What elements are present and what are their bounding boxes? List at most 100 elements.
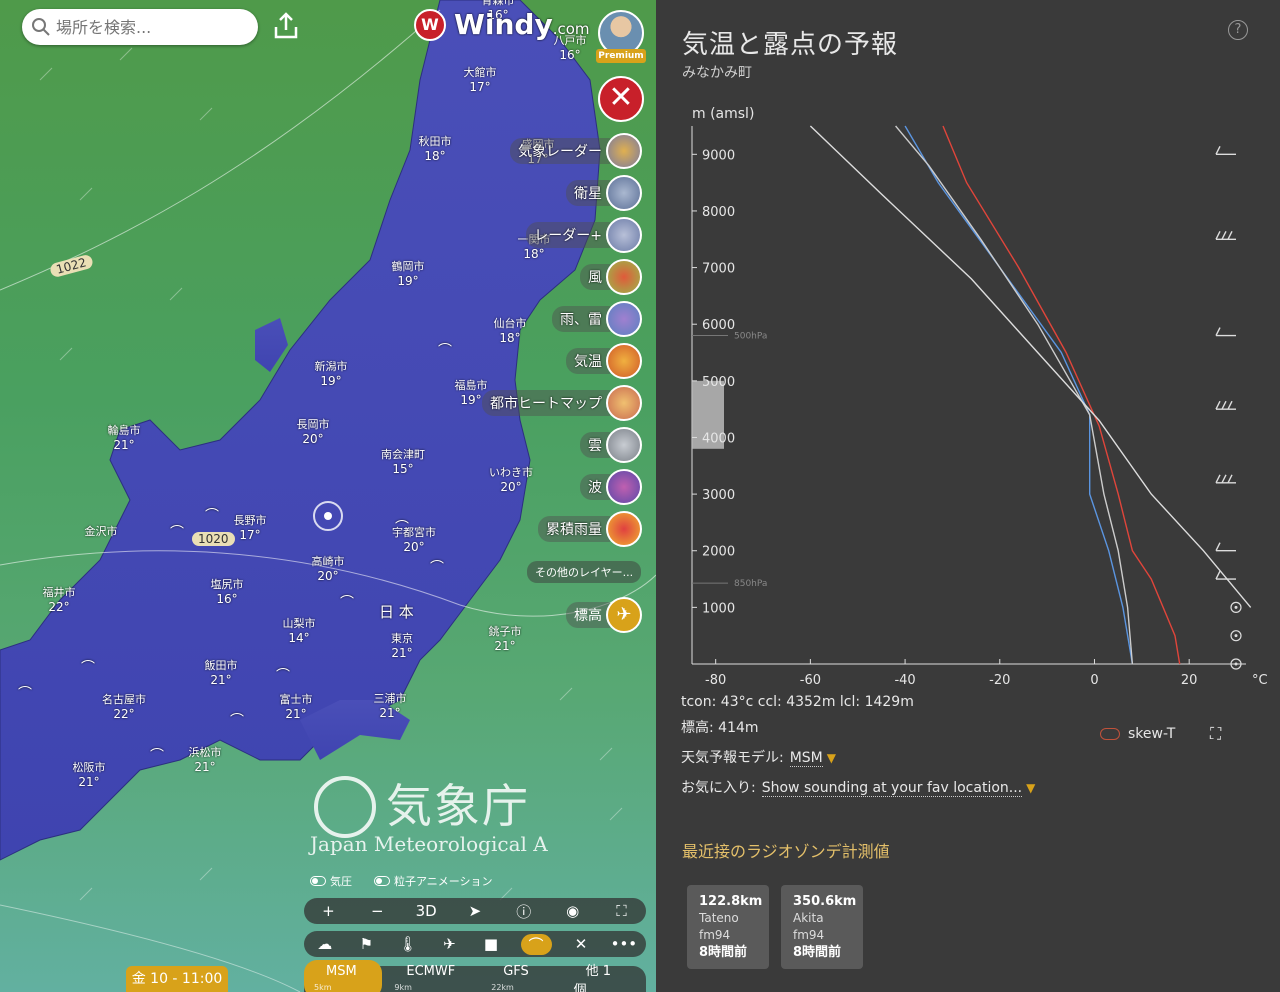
city-label[interactable]: 山梨市 14°: [283, 617, 316, 645]
city-label[interactable]: 金沢市: [85, 525, 118, 539]
weather-icon[interactable]: ☁: [313, 935, 337, 953]
city-label[interactable]: 仙台市 18°: [494, 317, 527, 345]
wind-barb-feather: [1215, 146, 1221, 155]
y-tick-label: 1000: [702, 601, 735, 616]
fullscreen-icon[interactable]: ⛶: [609, 902, 633, 920]
expand-icon[interactable]: ⛶: [1210, 724, 1228, 743]
wind-barb-feather: [1221, 474, 1227, 484]
paraglide-icon[interactable]: ⌒: [438, 340, 452, 360]
city-label[interactable]: 三浦市 21°: [374, 692, 407, 720]
webcam-icon[interactable]: ■: [479, 935, 503, 953]
city-label[interactable]: 長野市 17°: [234, 514, 267, 542]
flag-icon[interactable]: ⚑: [354, 935, 378, 953]
model-ecmwf[interactable]: ECMWF 9km: [382, 964, 479, 992]
layer-radar[interactable]: 気象レーダー: [510, 133, 642, 169]
pressure-toggle[interactable]: 気圧: [310, 873, 352, 889]
layer-radar-plus[interactable]: レーダー+: [526, 217, 642, 253]
paraglide-icon[interactable]: ⌒: [205, 505, 219, 525]
zoom-in-button[interactable]: +: [316, 902, 340, 920]
model-msm[interactable]: MSM 5km: [304, 960, 383, 992]
paraglide-icon[interactable]: ⌒: [395, 517, 409, 537]
city-label[interactable]: 輪島市 21°: [108, 424, 141, 452]
more-icon[interactable]: •••: [611, 935, 638, 953]
model-dropdown[interactable]: MSM: [789, 750, 823, 767]
x-tick-label: -60: [800, 673, 821, 688]
city-label[interactable]: いわき市 20°: [489, 466, 533, 494]
layer-city-heatmap[interactable]: 都市ヒートマップ: [482, 385, 642, 421]
city-label[interactable]: 大館市 17°: [464, 66, 497, 94]
x-tick-label: -40: [894, 673, 915, 688]
tcon-info: tcon: 43°c ccl: 4352m lcl: 1429m: [681, 694, 914, 710]
model-gfs[interactable]: GFS 22km: [479, 964, 561, 992]
skewt-toggle[interactable]: skew-T: [1100, 726, 1175, 742]
paraglide-icon[interactable]: ⌒: [150, 745, 164, 765]
city-label[interactable]: 銚子市 21°: [489, 625, 522, 653]
layer-elevation[interactable]: 標高 ✈: [566, 597, 642, 633]
city-label[interactable]: 長岡市 20°: [297, 418, 330, 446]
locate-icon[interactable]: ➤: [463, 902, 487, 920]
model-more[interactable]: 他 1 個...: [562, 960, 646, 992]
station-card[interactable]: 350.6km Akita fm94 8時間前: [781, 885, 863, 969]
hurricane-icon[interactable]: ◉: [561, 902, 585, 920]
sounding-chart[interactable]: m (amsl) °C 1000 2000 3000 4000 5000 6000 7000 80…: [656, 96, 1280, 696]
layer-rain-thunder[interactable]: 雨、雷: [552, 301, 642, 337]
city-label[interactable]: 福井市 22°: [43, 586, 76, 614]
city-label[interactable]: 飯田市 21°: [205, 659, 238, 687]
more-layers-button[interactable]: その他のレイヤー...: [527, 561, 642, 583]
city-label[interactable]: 新潟市 19°: [315, 360, 348, 388]
weather-map[interactable]: 1022 1020 青森市 16° 八戸市 16° 大館市 17° 秋田市 18° 盛岡…: [0, 0, 656, 992]
close-icon[interactable]: ✕: [569, 935, 593, 953]
x-tick-label: -80: [705, 673, 726, 688]
timeline-date[interactable]: 金 10 - 11:00: [126, 966, 228, 992]
city-label[interactable]: 東京 21°: [391, 632, 413, 660]
section-title: 最近接のラジオゾンデ計測値: [682, 842, 890, 861]
windy-logo[interactable]: W Windy.com: [414, 8, 590, 41]
thermometer-icon[interactable]: 🌡: [396, 935, 420, 953]
city-label[interactable]: 南会津町 15°: [381, 448, 425, 476]
y-tick-label: 9000: [702, 148, 735, 163]
station-card[interactable]: 122.8km Tateno fm94 8時間前: [687, 885, 769, 969]
city-label[interactable]: 松阪市 21°: [73, 761, 106, 789]
city-label[interactable]: 富士市 21°: [280, 693, 313, 721]
paraglide-icon[interactable]: ⌒: [340, 592, 354, 612]
paraglide-icon[interactable]: ⌒: [430, 557, 444, 577]
layer-satellite[interactable]: 衛星: [566, 175, 642, 211]
paraglide-icon[interactable]: ⌒: [230, 710, 244, 730]
help-icon[interactable]: ?: [1228, 20, 1248, 40]
city-label[interactable]: 鶴岡市 19°: [392, 260, 425, 288]
city-label[interactable]: 名古屋市 22°: [102, 693, 146, 721]
city-label[interactable]: 浜松市 21°: [189, 746, 222, 774]
share-icon[interactable]: [270, 10, 302, 42]
3d-button[interactable]: 3D: [414, 902, 438, 920]
chevron-down-icon: ▼: [1026, 781, 1036, 795]
y-tick-label: 6000: [702, 318, 735, 333]
selected-location-marker[interactable]: [313, 501, 343, 531]
layer-accumulated-rain[interactable]: 累積雨量: [538, 511, 642, 547]
paraglide-icon[interactable]: ⌒: [81, 657, 95, 677]
city-label[interactable]: 高崎市 20°: [312, 555, 345, 583]
clouds-icon: [606, 427, 642, 463]
zoom-out-button[interactable]: −: [365, 902, 389, 920]
accumulation-icon: [606, 511, 642, 547]
info-icon[interactable]: ⓘ: [512, 901, 536, 922]
airport-icon[interactable]: ✈: [437, 935, 461, 953]
particles-toggle[interactable]: 粒子アニメーション: [374, 873, 493, 889]
fav-dropdown[interactable]: Show sounding at your fav location...: [761, 780, 1023, 797]
layer-temperature[interactable]: 気温: [566, 343, 642, 379]
layer-waves[interactable]: 波: [580, 469, 642, 505]
layer-wind[interactable]: 風: [580, 259, 642, 295]
paraglide-icon[interactable]: ⌒: [276, 665, 290, 685]
wind-barb-feather: [1215, 542, 1221, 552]
search-box[interactable]: [22, 9, 258, 45]
waves-icon: [606, 469, 642, 505]
paraglide-icon[interactable]: ⌒: [18, 683, 32, 703]
toggle-icon: [1100, 728, 1120, 740]
paraglide-icon[interactable]: ⌒: [170, 522, 184, 542]
city-label[interactable]: 塩尻市 16°: [211, 578, 244, 606]
paraglide-icon[interactable]: ⌒: [520, 933, 552, 955]
city-label[interactable]: 秋田市 18°: [419, 135, 452, 163]
map-toolbar: + − 3D ➤ ⓘ ◉ ⛶: [304, 898, 646, 924]
search-input[interactable]: [56, 17, 246, 37]
layer-clouds[interactable]: 雲: [580, 427, 642, 463]
close-button[interactable]: ✕: [598, 76, 644, 122]
